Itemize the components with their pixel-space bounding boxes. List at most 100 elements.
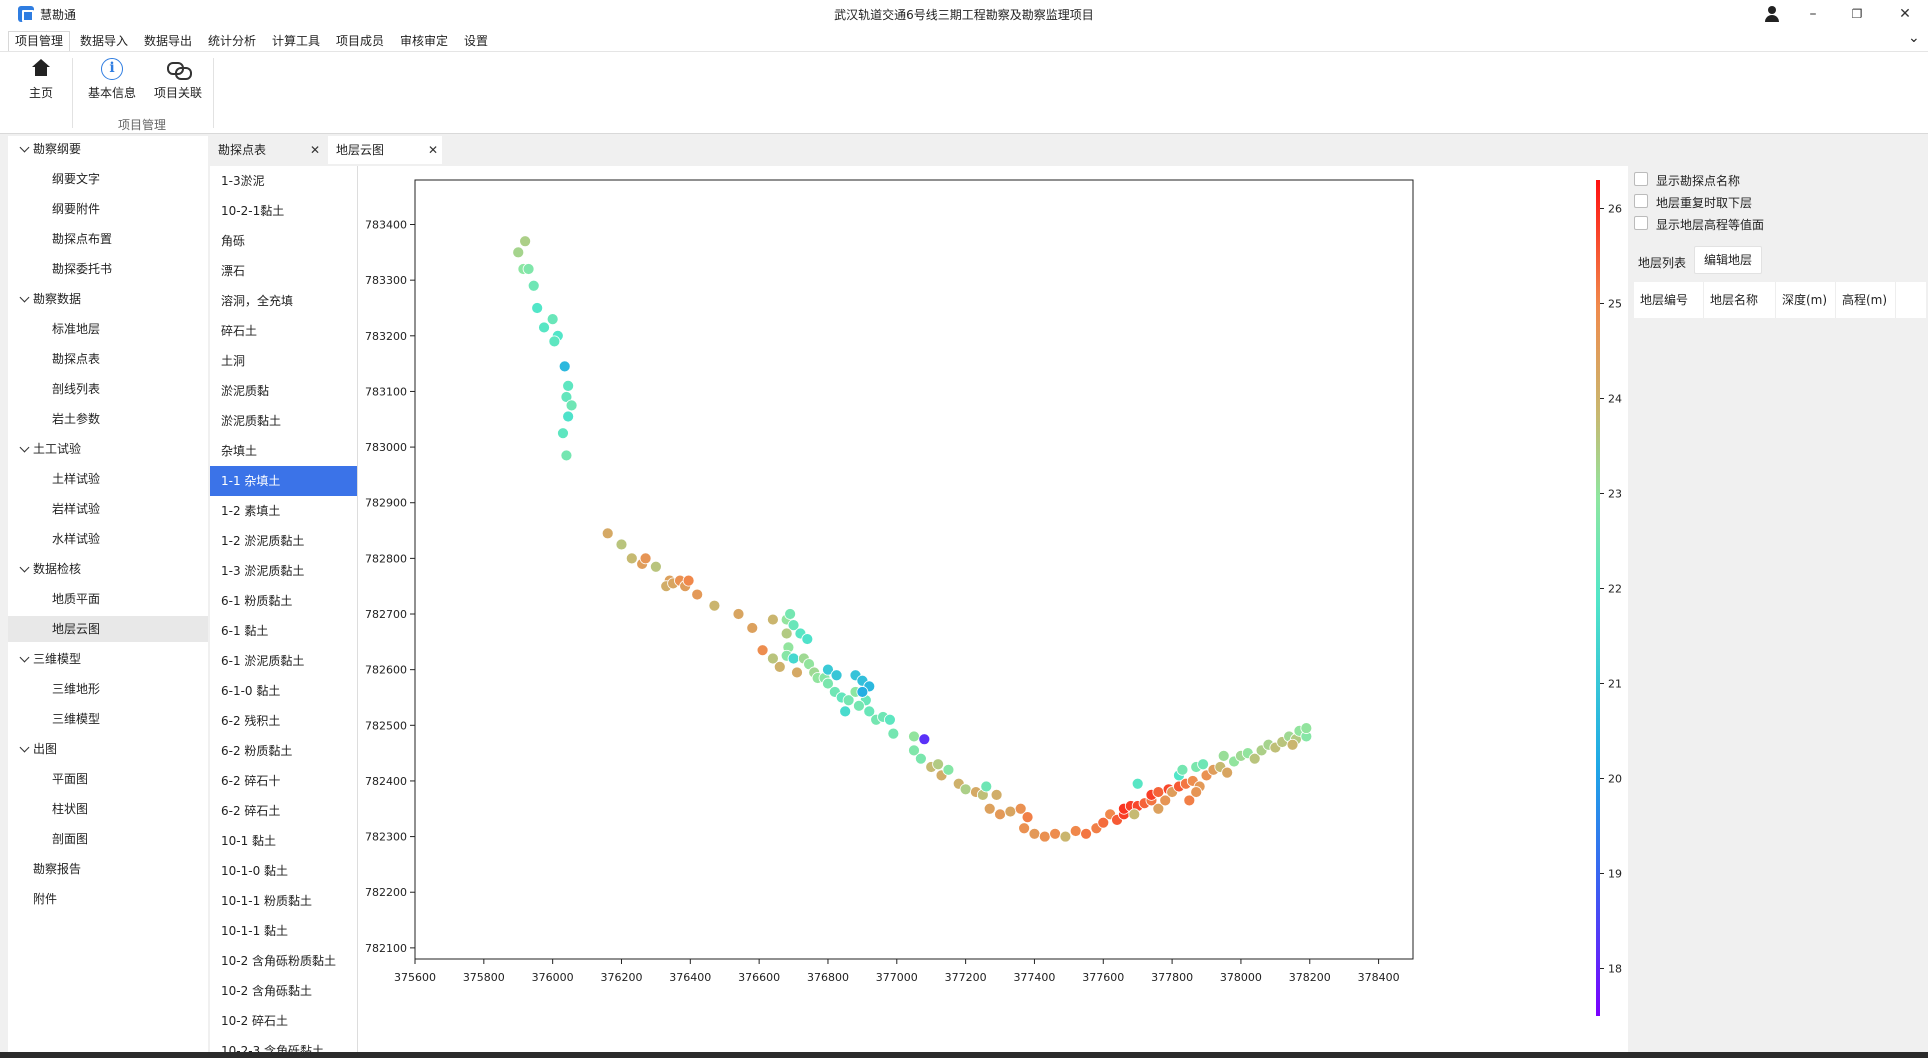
- data-point[interactable]: [682, 574, 695, 587]
- user-icon[interactable]: [1764, 5, 1780, 23]
- strata-list-item[interactable]: 6-1 淤泥质黏土: [210, 646, 357, 676]
- column-header[interactable]: 地层编号: [1634, 282, 1704, 318]
- strata-list-item[interactable]: 6-2 粉质黏土: [210, 736, 357, 766]
- tab-strata-cloud[interactable]: 地层云图: [328, 136, 442, 164]
- strata-list-item[interactable]: 10-1-1 粉质黏土: [210, 886, 357, 916]
- strata-list-item[interactable]: 土洞: [210, 346, 357, 376]
- data-point[interactable]: [1059, 830, 1072, 843]
- nav-item[interactable]: 三维地形: [8, 676, 208, 702]
- ribbon-collapse-chevron-icon[interactable]: ⌄: [1908, 30, 1920, 46]
- data-point[interactable]: [853, 699, 865, 712]
- strata-list-item[interactable]: 1-2 素填土: [210, 496, 357, 526]
- data-point[interactable]: [527, 279, 540, 292]
- strata-list-item[interactable]: 1-3 淤泥质黏土: [210, 556, 357, 586]
- data-point[interactable]: [746, 622, 759, 634]
- strata-list-item[interactable]: 溶洞，全充填: [210, 286, 357, 316]
- data-point[interactable]: [1152, 786, 1165, 798]
- nav-item[interactable]: 纲要文字: [8, 166, 208, 192]
- data-point[interactable]: [1038, 830, 1051, 843]
- column-header[interactable]: 高程(m): [1836, 282, 1896, 318]
- strata-list-item[interactable]: 10-2 含角砾黏土: [210, 976, 357, 1006]
- data-point[interactable]: [1217, 750, 1230, 762]
- chevron-down-icon[interactable]: [19, 142, 30, 153]
- data-point[interactable]: [1131, 777, 1144, 790]
- data-point[interactable]: [932, 758, 944, 771]
- data-point[interactable]: [830, 669, 843, 682]
- menu-members[interactable]: 项目成员: [336, 32, 384, 49]
- menu-project-management[interactable]: 项目管理: [8, 31, 71, 51]
- data-point[interactable]: [1069, 825, 1082, 837]
- strata-list-item[interactable]: 10-1-0 黏土: [210, 856, 357, 886]
- nav-group[interactable]: 勘察纲要: [8, 136, 208, 162]
- nav-item[interactable]: 附件: [8, 886, 208, 912]
- menu-review[interactable]: 审核审定: [400, 32, 448, 49]
- strata-list-item[interactable]: 10-1 黏土: [210, 826, 357, 856]
- data-point[interactable]: [908, 730, 920, 743]
- data-point[interactable]: [558, 360, 571, 373]
- data-point[interactable]: [625, 552, 638, 565]
- nav-group[interactable]: 数据检核: [8, 556, 208, 582]
- show-contour-checkbox[interactable]: 显示地层高程等值面: [1634, 214, 1924, 234]
- nav-item[interactable]: 纲要附件: [8, 196, 208, 222]
- data-point[interactable]: [994, 808, 1006, 821]
- data-point[interactable]: [1021, 811, 1034, 824]
- basic-info-button[interactable]: i 基本信息: [84, 58, 140, 101]
- data-point[interactable]: [615, 538, 628, 551]
- strata-list-item[interactable]: 6-1 粉质黏土: [210, 586, 357, 616]
- data-point[interactable]: [639, 552, 652, 565]
- chevron-down-icon[interactable]: [19, 652, 30, 663]
- minimize-button[interactable]: –: [1802, 4, 1824, 24]
- chevron-down-icon[interactable]: [19, 442, 30, 453]
- data-point[interactable]: [856, 686, 869, 698]
- data-point[interactable]: [1004, 805, 1017, 818]
- project-link-button[interactable]: 项目关联: [150, 58, 206, 101]
- nav-item[interactable]: 地层云图: [8, 616, 208, 642]
- data-point[interactable]: [732, 608, 745, 620]
- data-point[interactable]: [691, 588, 704, 601]
- data-point[interactable]: [983, 802, 996, 815]
- data-point[interactable]: [942, 763, 955, 776]
- data-point[interactable]: [1286, 738, 1299, 751]
- data-point[interactable]: [531, 302, 544, 314]
- data-point[interactable]: [522, 263, 535, 275]
- data-point[interactable]: [773, 660, 786, 673]
- chevron-down-icon[interactable]: [19, 742, 30, 753]
- data-point[interactable]: [546, 313, 559, 326]
- close-icon[interactable]: ✕: [310, 143, 320, 157]
- data-point[interactable]: [557, 427, 569, 440]
- data-point[interactable]: [708, 599, 721, 612]
- strata-list-item[interactable]: 1-2 淤泥质黏土: [210, 526, 357, 556]
- strata-list-item[interactable]: 10-2 含角砾粉质黏土: [210, 946, 357, 976]
- strata-list-item[interactable]: 1-3淤泥: [210, 166, 357, 196]
- data-point[interactable]: [1080, 827, 1092, 840]
- strata-list-item[interactable]: 6-1-0 黏土: [210, 676, 357, 706]
- nav-item[interactable]: 地质平面: [8, 586, 208, 612]
- close-icon[interactable]: ✕: [428, 143, 438, 157]
- data-point[interactable]: [784, 608, 797, 620]
- strata-list-item[interactable]: 6-2 碎石十: [210, 766, 357, 796]
- menu-data-import[interactable]: 数据导入: [80, 32, 128, 49]
- data-point[interactable]: [1176, 763, 1189, 776]
- data-point[interactable]: [1197, 758, 1209, 771]
- data-point[interactable]: [801, 633, 814, 645]
- data-point[interactable]: [787, 652, 800, 665]
- tab-borehole-table[interactable]: 勘探点表: [210, 136, 326, 164]
- nav-item[interactable]: 剖面图: [8, 826, 208, 852]
- data-point[interactable]: [1300, 722, 1313, 734]
- data-point[interactable]: [548, 335, 561, 348]
- strata-list-item[interactable]: 10-1-1 黏土: [210, 916, 357, 946]
- nav-group[interactable]: 出图: [8, 736, 208, 762]
- data-point[interactable]: [914, 752, 927, 765]
- data-point[interactable]: [1028, 827, 1041, 840]
- close-button[interactable]: ✕: [1894, 4, 1916, 24]
- data-point[interactable]: [1018, 822, 1031, 835]
- data-point[interactable]: [562, 410, 575, 423]
- show-names-checkbox[interactable]: 显示勘探点名称: [1634, 170, 1924, 190]
- strata-list-item[interactable]: 角砾: [210, 226, 357, 256]
- data-point[interactable]: [649, 560, 662, 573]
- data-point[interactable]: [512, 246, 525, 259]
- data-point[interactable]: [767, 613, 779, 626]
- data-point[interactable]: [780, 627, 793, 640]
- checkbox-box[interactable]: [1634, 216, 1648, 230]
- nav-item[interactable]: 三维模型: [8, 706, 208, 732]
